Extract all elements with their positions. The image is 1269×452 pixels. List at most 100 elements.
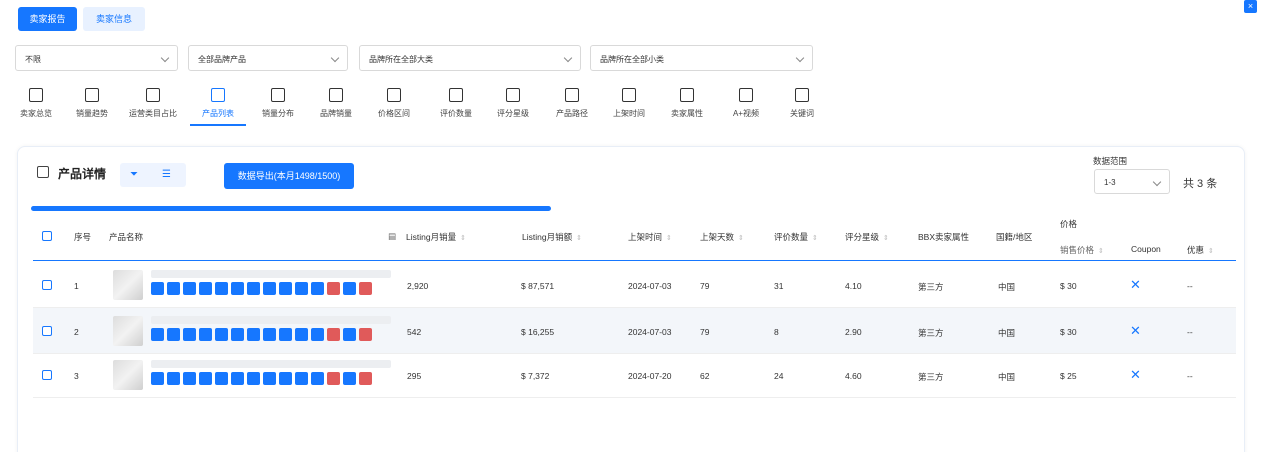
tool-icon[interactable]	[231, 328, 244, 341]
tool-icon[interactable]	[311, 282, 324, 295]
tool-icon[interactable]	[279, 372, 292, 385]
tool-icon[interactable]	[151, 372, 164, 385]
product-thumbnail[interactable]	[113, 270, 143, 300]
tool-icon[interactable]	[167, 372, 180, 385]
tool-icon[interactable]	[359, 328, 372, 341]
tab-seller-report[interactable]: 卖家报告	[18, 7, 77, 31]
tool-icon[interactable]	[327, 328, 340, 341]
header-reviews[interactable]: 评价数量 ⇕	[774, 231, 818, 243]
tool-icon[interactable]	[343, 282, 356, 295]
nav-item-1[interactable]: 销量趋势	[64, 88, 120, 124]
product-title-blurred[interactable]	[151, 360, 391, 368]
filter-select-4[interactable]: 品牌所在全部小类	[590, 45, 813, 71]
header-date[interactable]: 上架时间 ⇕	[628, 231, 672, 243]
tool-icon[interactable]	[295, 282, 308, 295]
tool-icon[interactable]	[199, 328, 212, 341]
column-settings-icon[interactable]: ▤	[388, 231, 396, 242]
row-checkbox[interactable]	[42, 370, 52, 380]
header-listing-revenue[interactable]: Listing月销额 ⇕	[522, 231, 582, 243]
tool-icon[interactable]	[343, 372, 356, 385]
nav-item-9[interactable]: 产品路径	[544, 88, 600, 124]
tool-icon[interactable]	[199, 282, 212, 295]
close-icon[interactable]: ×	[1244, 0, 1257, 13]
product-tools[interactable]	[151, 282, 372, 295]
tool-icon[interactable]	[327, 372, 340, 385]
header-listing-sales[interactable]: Listing月销量 ⇕	[406, 231, 466, 243]
tool-icon[interactable]	[167, 328, 180, 341]
nav-item-7[interactable]: 评价数量	[428, 88, 484, 124]
nav-item-3[interactable]: 产品列表	[190, 88, 246, 126]
nav-item-4[interactable]: 销量分布	[250, 88, 306, 124]
product-thumbnail[interactable]	[113, 360, 143, 390]
nav-item-11[interactable]: 卖家属性	[659, 88, 715, 124]
range-select[interactable]: 1-3	[1094, 169, 1170, 194]
tool-icon[interactable]	[151, 328, 164, 341]
row-checkbox[interactable]	[42, 326, 52, 336]
tool-icon[interactable]	[263, 372, 276, 385]
tool-icon[interactable]	[247, 328, 260, 341]
view-toggle[interactable]: ⏷ ☰	[120, 163, 186, 187]
tool-icon[interactable]	[359, 372, 372, 385]
tool-icon[interactable]	[215, 328, 228, 341]
tool-icon[interactable]	[311, 328, 324, 341]
tool-icon[interactable]	[231, 372, 244, 385]
tool-icon[interactable]	[231, 282, 244, 295]
sale-price: $ 30	[1060, 327, 1077, 337]
tool-icon[interactable]	[167, 282, 180, 295]
header-days[interactable]: 上架天数 ⇕	[700, 231, 744, 243]
tool-icon[interactable]	[183, 372, 196, 385]
filter-icon[interactable]: ⏷	[130, 169, 138, 180]
header-rating[interactable]: 评分星级 ⇕	[845, 231, 889, 243]
scroll-progress[interactable]	[31, 206, 551, 211]
list-days: 79	[700, 281, 710, 291]
header-discount[interactable]: 优惠 ⇕	[1187, 244, 1214, 256]
product-tools[interactable]	[151, 328, 372, 341]
tool-icon[interactable]	[215, 372, 228, 385]
nav-item-8[interactable]: 评分星级	[485, 88, 541, 124]
table-row[interactable]: 3 295 $ 7,372 2024-07-20 62 24 4.60 第三方 中国 $ 25 ✕ -…	[33, 352, 1236, 398]
list-view-icon[interactable]: ☰	[162, 169, 171, 180]
sort-icon: ⇕	[1098, 248, 1104, 255]
tool-icon[interactable]	[183, 328, 196, 341]
header-sale-price[interactable]: 销售价格 ⇕	[1060, 244, 1104, 256]
nav-item-2[interactable]: 运营类目占比	[125, 88, 181, 124]
tool-icon[interactable]	[359, 282, 372, 295]
tool-icon[interactable]	[295, 372, 308, 385]
tool-icon[interactable]	[183, 282, 196, 295]
nav-item-5[interactable]: 品牌销量	[308, 88, 364, 124]
tool-icon[interactable]	[279, 328, 292, 341]
tool-icon[interactable]	[199, 372, 212, 385]
product-thumbnail[interactable]	[113, 316, 143, 346]
tool-icon[interactable]	[215, 282, 228, 295]
tool-icon[interactable]	[263, 282, 276, 295]
tool-icon[interactable]	[343, 328, 356, 341]
filter-value: 品牌所在全部大类	[369, 55, 433, 64]
export-button[interactable]: 数据导出(本月1498/1500)	[224, 163, 354, 189]
tool-icon[interactable]	[247, 372, 260, 385]
product-tools[interactable]	[151, 372, 372, 385]
tool-icon[interactable]	[247, 282, 260, 295]
tool-icon[interactable]	[295, 328, 308, 341]
product-title-blurred[interactable]	[151, 270, 391, 278]
chevron-down-icon	[160, 53, 170, 63]
select-all-checkbox[interactable]	[42, 231, 52, 241]
filter-select-1[interactable]: 不限	[15, 45, 178, 71]
tab-seller-info[interactable]: 卖家信息	[83, 7, 145, 31]
tool-icon[interactable]	[151, 282, 164, 295]
tool-icon[interactable]	[279, 282, 292, 295]
nav-item-6[interactable]: 价格区间	[366, 88, 422, 124]
nav-item-label: 评价数量	[440, 109, 472, 118]
nav-item-12[interactable]: A+视频	[718, 88, 774, 124]
nav-item-13[interactable]: 关键词	[774, 88, 830, 124]
row-checkbox[interactable]	[42, 280, 52, 290]
product-title-blurred[interactable]	[151, 316, 391, 324]
filter-select-2[interactable]: 全部品牌产品	[188, 45, 348, 71]
table-row[interactable]: 2 542 $ 16,255 2024-07-03 79 8 2.90 第三方 中国 $ 30 ✕ -…	[33, 308, 1236, 354]
nav-item-10[interactable]: 上架时间	[601, 88, 657, 124]
table-row[interactable]: 1 2,920 $ 87,571 2024-07-03 79 31 4.10 第三方 中国 $ 3…	[33, 262, 1236, 308]
nav-item-0[interactable]: 卖家总览	[8, 88, 64, 124]
filter-select-3[interactable]: 品牌所在全部大类	[359, 45, 581, 71]
tool-icon[interactable]	[263, 328, 276, 341]
tool-icon[interactable]	[311, 372, 324, 385]
tool-icon[interactable]	[327, 282, 340, 295]
